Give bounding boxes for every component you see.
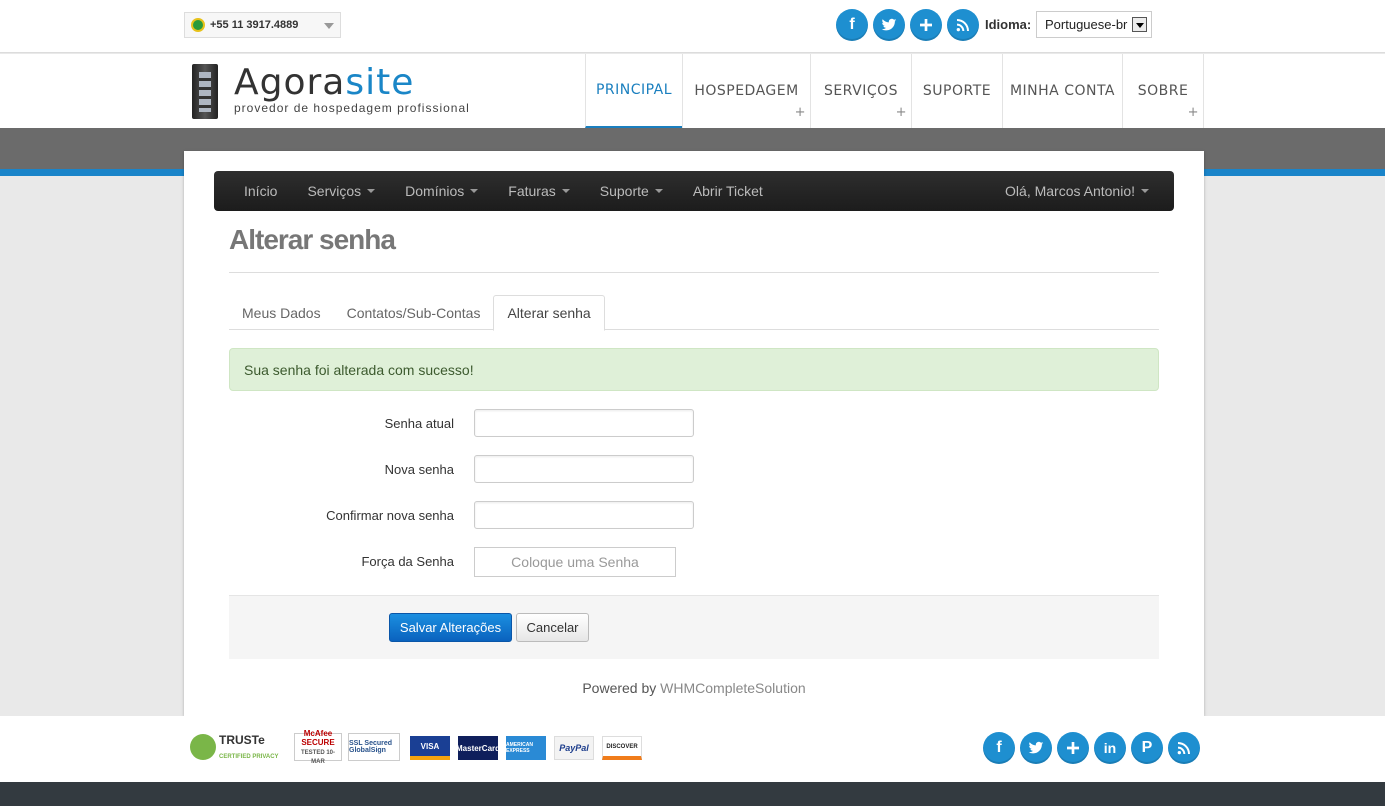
paypal-logo: PayPal <box>554 736 594 760</box>
chevron-down-icon <box>470 189 479 193</box>
current-password-label: Senha atual <box>384 416 454 431</box>
logo[interactable]: Agorasite provedor de hospedagem profiss… <box>192 62 492 120</box>
rss-icon[interactable] <box>1168 732 1200 764</box>
discover-logo: DISCOVER <box>602 736 642 760</box>
account-tabs: Meus Dados Contatos/Sub-Contas Alterar s… <box>229 295 1159 331</box>
current-password-input[interactable] <box>474 409 694 437</box>
tab-contatos[interactable]: Contatos/Sub-Contas <box>334 295 494 330</box>
content-panel: Início Serviços Domínios Faturas Suporte… <box>184 151 1204 716</box>
social-links-footer: f in P <box>983 732 1200 764</box>
chevron-down-icon <box>1141 189 1149 193</box>
powered-by: Powered by WHMCompleteSolution <box>582 680 806 696</box>
tab-meus-dados[interactable]: Meus Dados <box>229 295 334 330</box>
phone-selector[interactable]: +55 11 3917.4889 <box>184 12 341 38</box>
title-divider <box>229 272 1159 273</box>
twitter-icon[interactable] <box>873 9 905 41</box>
chevron-down-icon <box>654 189 663 193</box>
plus-icon[interactable] <box>910 9 942 41</box>
confirm-password-row: Confirmar nova senha <box>229 501 1159 531</box>
whmcs-link[interactable]: WHMCompleteSolution <box>660 680 806 696</box>
truste-seal[interactable]: TRUSTe CERTIFIED PRIVACY <box>190 733 288 761</box>
nav-servicos[interactable]: SERVIÇOS + <box>810 54 911 128</box>
phone-number: +55 11 3917.4889 <box>210 19 299 31</box>
server-icon <box>192 64 218 119</box>
language-select[interactable]: Portuguese-br <box>1036 11 1152 38</box>
subnav-faturas[interactable]: Faturas <box>493 171 584 211</box>
payment-methods: VISA MasterCard AMERICAN EXPRESS PayPal … <box>410 736 642 760</box>
brazil-flag-icon <box>191 18 205 32</box>
current-password-row: Senha atual <box>229 409 1159 439</box>
visa-logo: VISA <box>410 736 450 760</box>
plus-icon: + <box>1187 105 1199 120</box>
plus-icon: + <box>895 105 907 120</box>
user-menu[interactable]: Olá, Marcos Antonio! <box>990 171 1164 211</box>
chevron-down-icon <box>561 189 570 193</box>
twitter-icon[interactable] <box>1020 732 1052 764</box>
new-password-row: Nova senha <box>229 455 1159 485</box>
form-actions: Salvar Alterações Cancelar <box>229 595 1159 659</box>
nav-hospedagem[interactable]: HOSPEDAGEM + <box>682 54 810 128</box>
cancel-button[interactable]: Cancelar <box>516 613 589 642</box>
nav-minha-conta[interactable]: MINHA CONTA <box>1002 54 1122 128</box>
subnav-abrir-ticket[interactable]: Abrir Ticket <box>678 171 778 211</box>
success-alert: Sua senha foi alterada com sucesso! <box>229 348 1159 391</box>
main-nav: PRINCIPAL HOSPEDAGEM + SERVIÇOS + SUPORTE … <box>585 54 1204 128</box>
page-title: Alterar senha <box>229 224 396 255</box>
truste-logo-icon <box>190 734 216 760</box>
save-button[interactable]: Salvar Alterações <box>389 613 512 642</box>
confirm-password-input[interactable] <box>474 501 694 529</box>
social-links-top: f <box>836 9 979 41</box>
trust-seals: TRUSTe CERTIFIED PRIVACY McAfee SECURE TES… <box>190 729 400 765</box>
logo-tagline: provedor de hospedagem profissional <box>234 101 470 115</box>
password-strength-meter: Coloque uma Senha <box>474 547 676 577</box>
site-header: Agorasite provedor de hospedagem profiss… <box>0 54 1385 128</box>
dropdown-arrow-icon <box>1132 17 1147 32</box>
facebook-icon[interactable]: f <box>836 9 868 41</box>
subnav-inicio[interactable]: Início <box>214 171 292 211</box>
rss-icon[interactable] <box>947 9 979 41</box>
nav-sobre[interactable]: SOBRE + <box>1122 54 1204 128</box>
subnav-suporte[interactable]: Suporte <box>585 171 678 211</box>
bottom-bar <box>0 782 1385 806</box>
subnav-dominios[interactable]: Domínios <box>390 171 493 211</box>
tab-alterar-senha[interactable]: Alterar senha <box>493 295 605 331</box>
plus-icon: + <box>794 105 806 120</box>
nav-principal[interactable]: PRINCIPAL <box>585 54 682 128</box>
site-footer: TRUSTe CERTIFIED PRIVACY McAfee SECURE TES… <box>0 716 1385 782</box>
linkedin-icon[interactable]: in <box>1094 732 1126 764</box>
pinterest-icon[interactable]: P <box>1131 732 1163 764</box>
password-strength-label: Força da Senha <box>361 554 454 569</box>
client-area-nav: Início Serviços Domínios Faturas Suporte… <box>214 171 1174 211</box>
chevron-down-icon <box>367 189 376 193</box>
new-password-label: Nova senha <box>384 462 454 477</box>
language-label: Idioma: <box>985 17 1032 32</box>
facebook-icon[interactable]: f <box>983 732 1015 764</box>
mcafee-seal[interactable]: McAfee SECURE TESTED 10-MAR <box>294 729 342 765</box>
language-value: Portuguese-br <box>1045 17 1128 32</box>
password-strength-row: Força da Senha Coloque uma Senha <box>229 547 1159 577</box>
top-bar: +55 11 3917.4889 f Idioma: Portuguese-br <box>0 0 1385 53</box>
nav-suporte[interactable]: SUPORTE <box>911 54 1002 128</box>
confirm-password-label: Confirmar nova senha <box>326 508 454 523</box>
globalsign-seal[interactable]: SSL Secured GlobalSign <box>348 733 400 761</box>
subnav-servicos[interactable]: Serviços <box>292 171 390 211</box>
amex-logo: AMERICAN EXPRESS <box>506 736 546 760</box>
new-password-input[interactable] <box>474 455 694 483</box>
logo-name: Agorasite <box>234 62 415 103</box>
mastercard-logo: MasterCard <box>456 736 500 760</box>
chevron-down-icon <box>324 23 334 29</box>
plus-icon[interactable] <box>1057 732 1089 764</box>
